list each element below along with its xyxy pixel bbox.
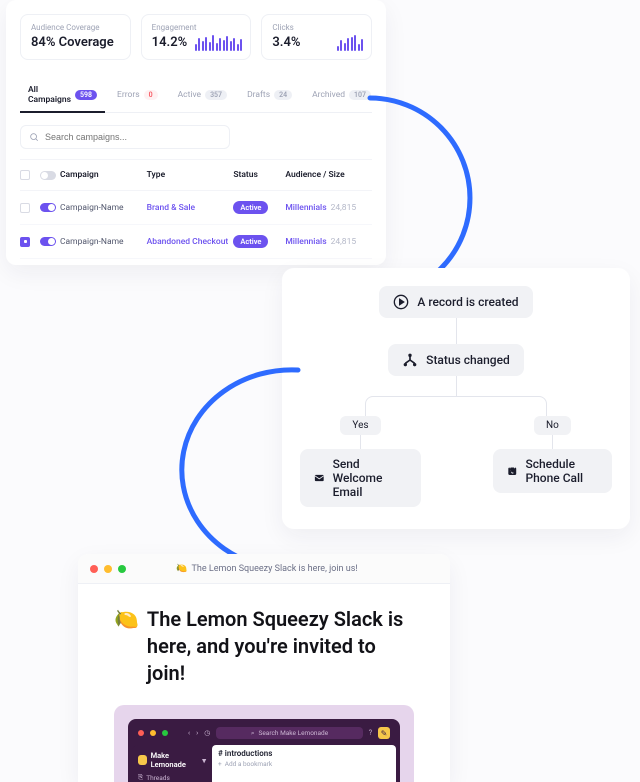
window-minimize-icon[interactable] [104, 565, 112, 573]
sparkline-icon [195, 33, 243, 51]
row-checkbox[interactable] [20, 203, 30, 213]
lemon-icon: 🍋 [114, 606, 139, 687]
branch-no-label[interactable]: No [534, 416, 571, 435]
workflow-action-no[interactable]: Schedule Phone Call [493, 449, 612, 493]
connector-line-icon [552, 435, 553, 449]
workflow-trigger-node[interactable]: A record is created [379, 286, 532, 318]
stat-label: Engagement [152, 23, 241, 32]
row-toggle[interactable] [40, 237, 56, 246]
stat-clicks: Clicks 3.4% [261, 14, 372, 60]
chevron-down-icon: ▾ [202, 756, 206, 765]
tab-badge: 0 [144, 90, 158, 100]
sparkline-icon [337, 33, 364, 51]
window-zoom-icon [162, 730, 168, 736]
tab-errors[interactable]: Errors 0 [109, 79, 166, 113]
row-toggle[interactable] [40, 203, 56, 212]
tab-all-campaigns[interactable]: All Campaigns 598 [20, 79, 105, 113]
campaign-name: Campaign-Name [60, 237, 147, 247]
campaign-name: Campaign-Name [60, 203, 147, 213]
compose-icon: ✎ [378, 727, 390, 739]
workflow-condition-node[interactable]: Status changed [388, 344, 524, 376]
branch-icon [402, 352, 418, 368]
plus-icon: + [218, 760, 222, 768]
search-input[interactable] [45, 132, 221, 142]
threads-label: Threads [146, 774, 170, 782]
tab-badge: 357 [205, 90, 227, 100]
stats-row: Audience Coverage 84% Coverage Engagemen… [20, 14, 372, 60]
stat-label: Audience Coverage [31, 23, 120, 32]
window-minimize-icon [150, 730, 156, 736]
connector-line-icon [456, 376, 457, 396]
window-zoom-icon[interactable] [118, 565, 126, 573]
connector-branch-icon [365, 396, 547, 416]
sidebar-item-threads[interactable]: ⎘ Threads [138, 773, 206, 782]
workspace-switcher[interactable]: Make Lemonade ▾ [138, 751, 206, 769]
slack-main: # introductions + Add a bookmark [212, 745, 396, 782]
workflow-trigger-label: A record is created [417, 295, 518, 309]
page-headline: 🍋 The Lemon Squeezy Slack is here, and y… [114, 606, 414, 687]
select-all-checkbox[interactable] [20, 170, 30, 180]
workflow-condition-label: Status changed [426, 353, 510, 367]
browser-card: 🍋 The Lemon Squeezy Slack is here, join … [78, 554, 450, 782]
search-icon: ⌕ [251, 729, 255, 738]
add-bookmark[interactable]: + Add a bookmark [218, 760, 390, 768]
tab-active[interactable]: Active 357 [170, 79, 235, 113]
column-type: Type [147, 170, 234, 180]
tab-label: Errors [117, 90, 140, 100]
channel-name[interactable]: # introductions [218, 749, 390, 758]
workspace-name: Make Lemonade [151, 751, 199, 769]
row-checkbox[interactable] [20, 237, 30, 247]
browser-tab-title: 🍋 The Lemon Squeezy Slack is here, join … [132, 564, 402, 574]
tab-label: Active [178, 90, 201, 100]
stat-label: Clicks [272, 23, 361, 32]
search-icon [29, 132, 39, 142]
slack-sidebar: Make Lemonade ▾ ⎘ Threads [132, 745, 212, 782]
slack-window: ‹ › ◷ ⌕ Search Make Lemonade ? ✎ Make Le… [128, 719, 400, 782]
tab-badge: 598 [75, 90, 97, 100]
browser-tab-text: The Lemon Squeezy Slack is here, join us… [192, 564, 358, 574]
slack-search[interactable]: ⌕ Search Make Lemonade [216, 727, 362, 739]
window-close-icon [138, 730, 144, 736]
threads-icon: ⎘ [138, 773, 143, 782]
lemon-icon: 🍋 [176, 564, 187, 574]
calendar-phone-icon [507, 463, 518, 479]
campaign-type[interactable]: Brand & Sale [147, 203, 234, 213]
workspace-icon [138, 755, 147, 765]
slack-screenshot: ‹ › ◷ ⌕ Search Make Lemonade ? ✎ Make Le… [114, 705, 414, 782]
campaign-type[interactable]: Abandoned Checkout [147, 237, 234, 247]
toggle-all[interactable] [40, 171, 56, 180]
tab-label: All Campaigns [28, 85, 71, 105]
stat-value: 84% Coverage [31, 35, 120, 50]
headline-text: The Lemon Squeezy Slack is here, and you… [147, 606, 414, 687]
connector-line-icon [456, 318, 457, 344]
stat-engagement: Engagement 14.2% [141, 14, 252, 60]
window-close-icon[interactable] [90, 565, 98, 573]
workflow-action-no-label: Schedule Phone Call [525, 457, 598, 485]
search-box[interactable] [20, 125, 230, 149]
browser-bar: 🍋 The Lemon Squeezy Slack is here, join … [78, 554, 450, 584]
connector-line-icon [360, 435, 361, 449]
column-campaign: Campaign [60, 170, 147, 180]
bookmark-label: Add a bookmark [225, 760, 272, 768]
connector-arc-icon [168, 360, 348, 570]
stat-audience-coverage: Audience Coverage 84% Coverage [20, 14, 131, 60]
play-circle-icon [393, 294, 409, 310]
